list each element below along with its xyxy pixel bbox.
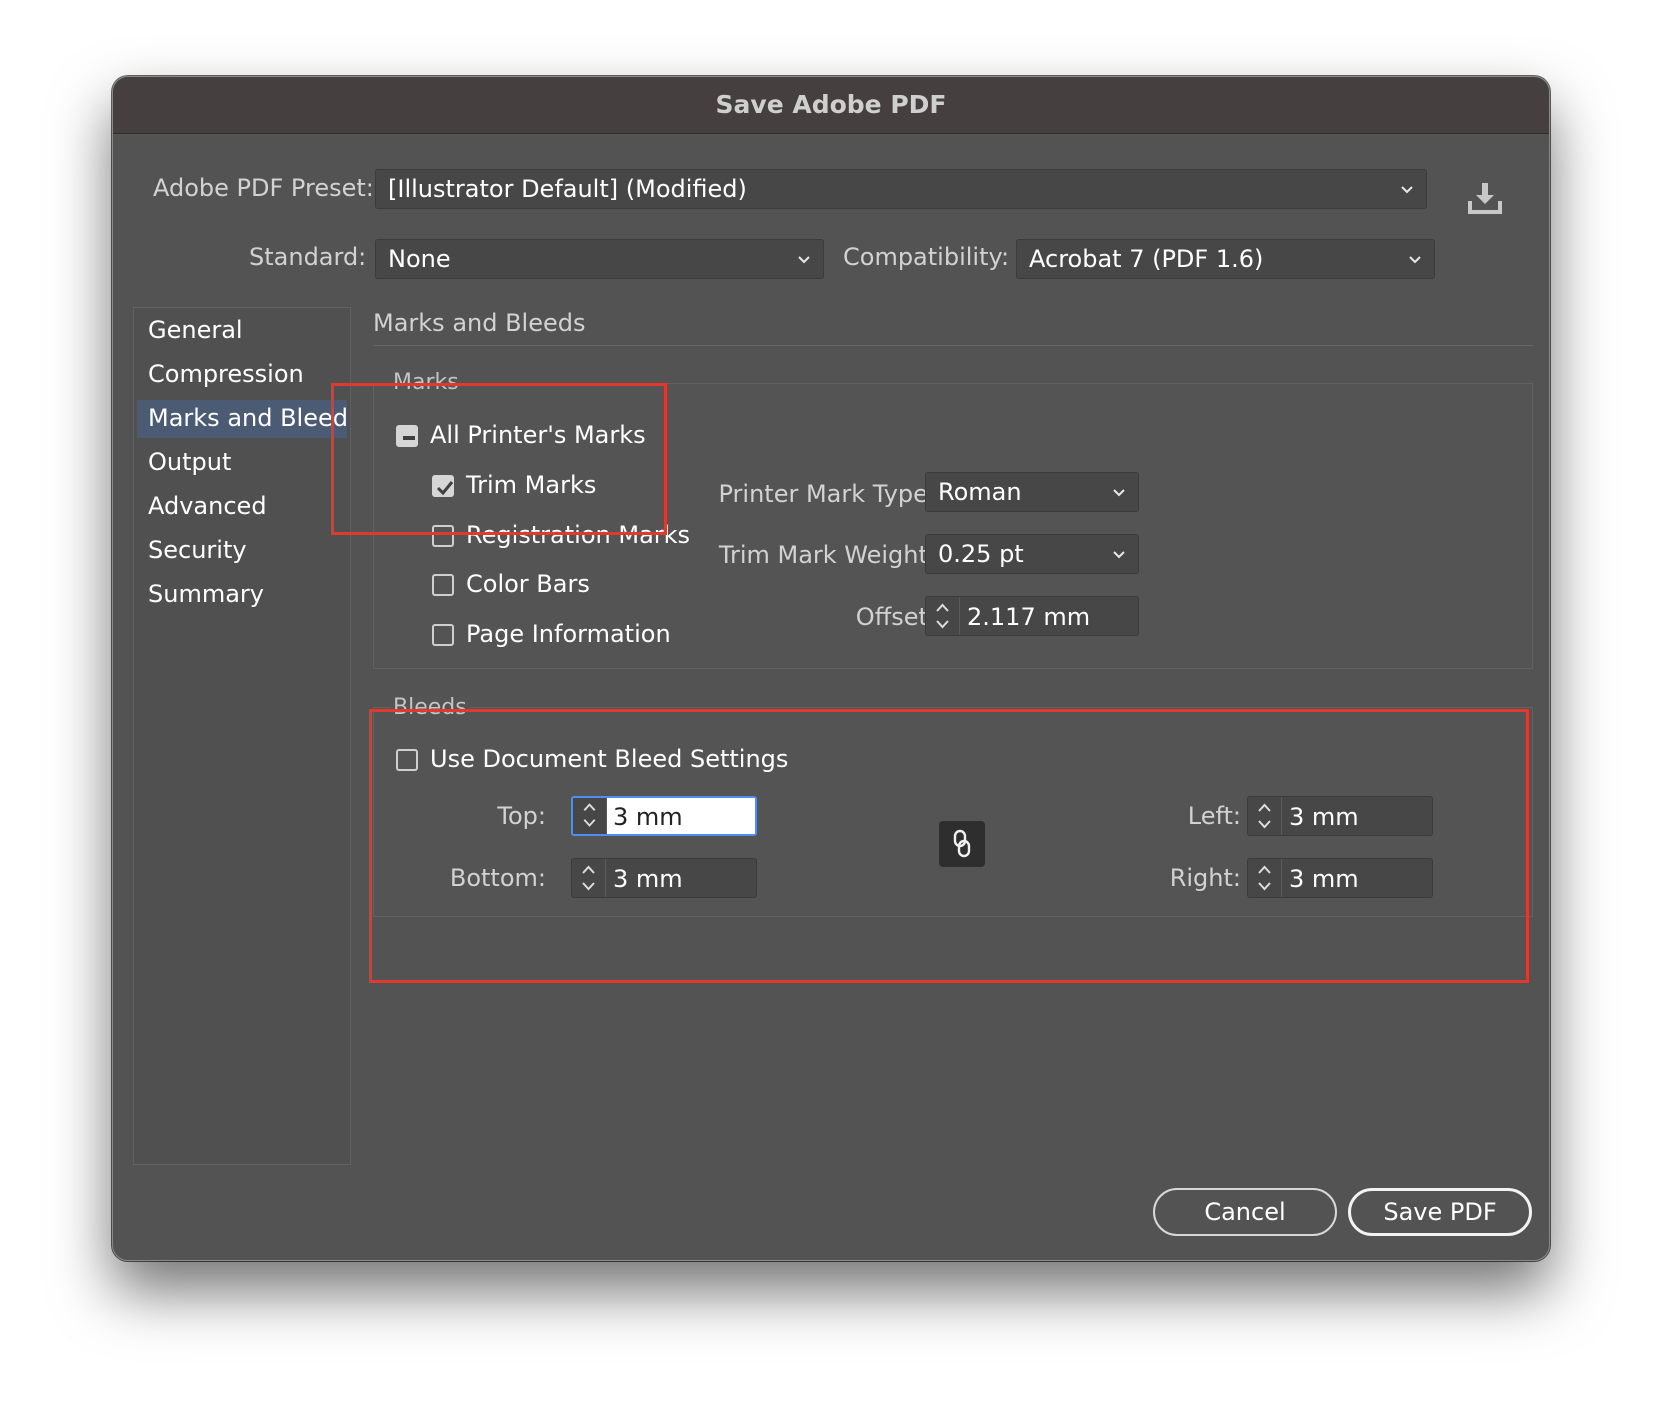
use-document-bleed-label: Use Document Bleed Settings (430, 745, 789, 773)
offset-value: 2.117 mm (967, 603, 1091, 631)
stepper-arrows-icon[interactable] (926, 597, 960, 635)
trim-marks-label: Trim Marks (466, 471, 597, 499)
preset-label: Adobe PDF Preset: (153, 174, 374, 202)
trim-mark-weight-label: Trim Mark Weight: (718, 541, 936, 569)
bleed-top-label: Top: (497, 802, 546, 830)
preset-value: [Illustrator Default] (Modified) (388, 175, 747, 203)
chain-link-icon (953, 829, 971, 858)
bleed-right-value: 3 mm (1289, 865, 1359, 893)
stepper-arrows-icon[interactable] (1248, 859, 1282, 897)
bleed-right-input[interactable]: 3 mm (1282, 859, 1432, 897)
chevron-down-icon (1113, 489, 1125, 497)
save-pdf-button[interactable]: Save PDF (1348, 1188, 1532, 1236)
trim-marks-checkbox[interactable] (432, 475, 454, 497)
sidebar-item-marks-and-bleeds[interactable]: Marks and Bleeds (137, 400, 347, 438)
page-information-label: Page Information (466, 620, 671, 648)
all-printers-marks-checkbox[interactable] (396, 425, 418, 447)
bleed-right-label: Right: (1169, 864, 1241, 892)
offset-stepper[interactable]: 2.117 mm (925, 596, 1139, 636)
chevron-down-icon (798, 256, 810, 264)
bleeds-group-title: Bleeds (391, 695, 469, 720)
constrain-proportions-button[interactable] (939, 821, 985, 867)
chevron-down-icon (1409, 256, 1421, 264)
printer-mark-type-label: Printer Mark Type: (718, 480, 937, 508)
standard-dropdown[interactable]: None (375, 239, 824, 279)
compatibility-label: Compatibility: (843, 243, 1010, 271)
sidebar-item-summary[interactable]: Summary (137, 576, 347, 614)
bleed-left-input[interactable]: 3 mm (1282, 797, 1432, 835)
bleed-left-label: Left: (1187, 802, 1241, 830)
color-bars-checkbox[interactable] (432, 574, 454, 596)
sidebar-item-security[interactable]: Security (137, 532, 347, 570)
registration-marks-label: Registration Marks (466, 521, 691, 549)
trim-mark-weight-value: 0.25 pt (938, 540, 1024, 568)
chevron-down-icon (1401, 186, 1413, 194)
dialog-title: Save Adobe PDF (715, 90, 947, 119)
printer-mark-type-dropdown[interactable]: Roman (925, 472, 1139, 512)
cancel-button[interactable]: Cancel (1153, 1188, 1337, 1236)
registration-marks-checkbox[interactable] (432, 525, 454, 547)
marks-group-title: Marks (391, 370, 461, 395)
checkmark-icon (436, 481, 454, 496)
bleed-top-value: 3 mm (613, 803, 683, 831)
preset-dropdown[interactable]: [Illustrator Default] (Modified) (375, 169, 1427, 209)
trim-mark-weight-dropdown[interactable]: 0.25 pt (925, 534, 1139, 574)
stepper-arrows-icon[interactable] (573, 798, 607, 834)
sidebar-item-compression[interactable]: Compression (137, 356, 347, 394)
standard-value: None (388, 245, 451, 273)
download-icon[interactable] (1467, 181, 1503, 215)
all-printers-marks-label: All Printer's Marks (430, 421, 646, 449)
bleed-left-stepper[interactable]: 3 mm (1247, 796, 1433, 836)
bleed-right-stepper[interactable]: 3 mm (1247, 858, 1433, 898)
stepper-arrows-icon[interactable] (1248, 797, 1282, 835)
mixed-state-icon (403, 436, 415, 440)
page-information-checkbox[interactable] (432, 624, 454, 646)
sidebar-item-advanced[interactable]: Advanced (137, 488, 347, 526)
standard-label: Standard: (249, 243, 367, 271)
chevron-down-icon (1113, 551, 1125, 559)
bleed-left-value: 3 mm (1289, 803, 1359, 831)
sidebar-nav: General Compression Marks and Bleeds Out… (133, 307, 351, 1165)
bleed-bottom-input[interactable]: 3 mm (606, 859, 756, 897)
bleed-bottom-value: 3 mm (613, 865, 683, 893)
color-bars-label: Color Bars (466, 570, 590, 598)
sidebar-item-output[interactable]: Output (137, 444, 347, 482)
sidebar-item-general[interactable]: General (137, 312, 347, 350)
section-title: Marks and Bleeds (373, 309, 586, 337)
offset-input[interactable]: 2.117 mm (960, 597, 1138, 635)
save-pdf-dialog: Save Adobe PDF Adobe PDF Preset: [Illust… (112, 76, 1550, 1261)
bleed-bottom-stepper[interactable]: 3 mm (571, 858, 757, 898)
offset-label: Offset: (855, 603, 936, 631)
compatibility-value: Acrobat 7 (PDF 1.6) (1029, 245, 1264, 273)
bleed-top-stepper[interactable]: 3 mm (571, 796, 757, 836)
section-divider (373, 345, 1533, 346)
bleed-bottom-label: Bottom: (449, 864, 546, 892)
bleed-top-input[interactable]: 3 mm (607, 798, 755, 834)
stepper-arrows-icon[interactable] (572, 859, 606, 897)
use-document-bleed-checkbox[interactable] (396, 749, 418, 771)
title-bar[interactable]: Save Adobe PDF (113, 77, 1549, 134)
printer-mark-type-value: Roman (938, 478, 1022, 506)
compatibility-dropdown[interactable]: Acrobat 7 (PDF 1.6) (1016, 239, 1435, 279)
